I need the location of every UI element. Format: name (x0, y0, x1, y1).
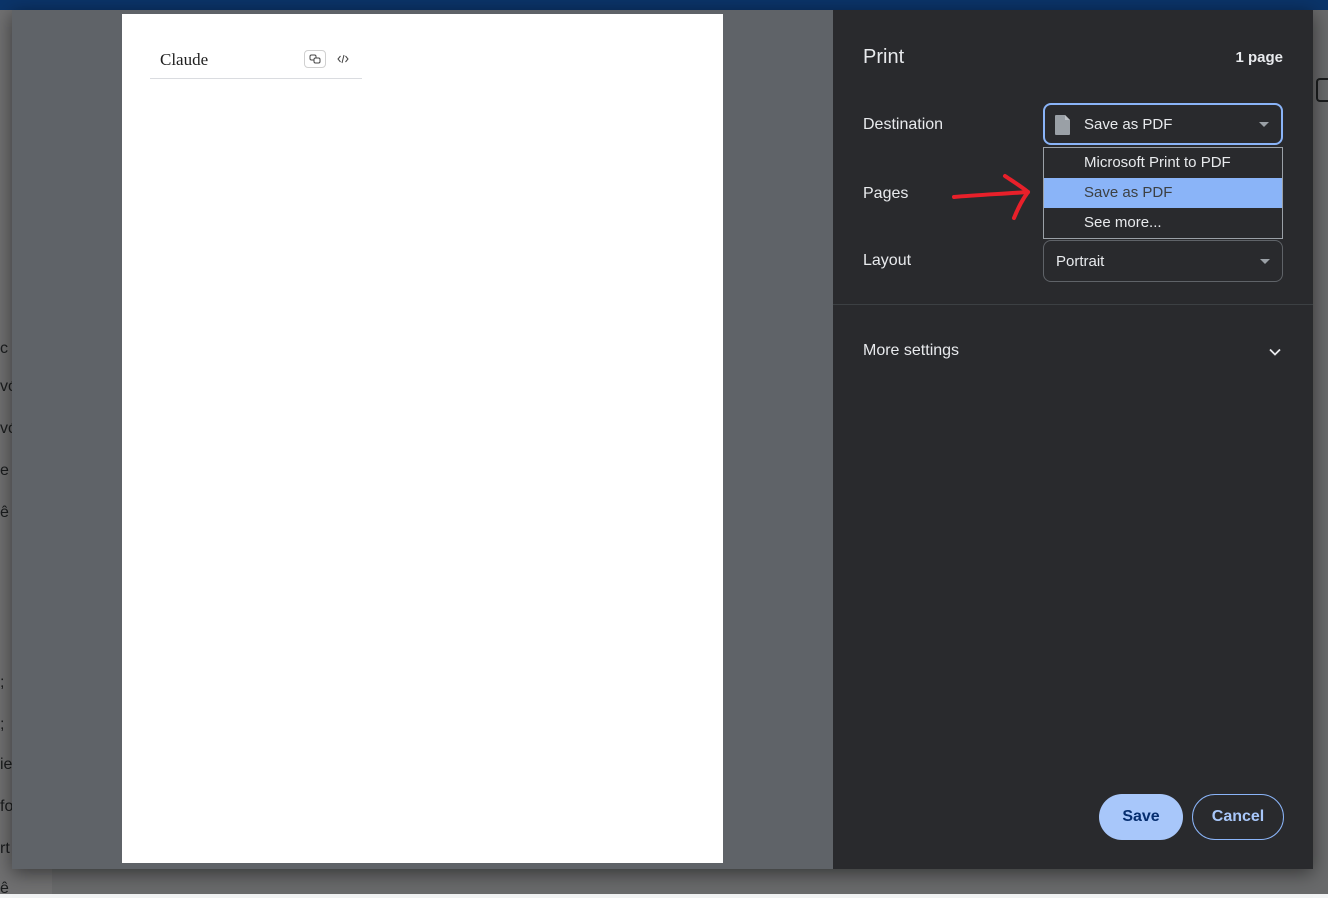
caret-down-icon (1260, 259, 1270, 264)
dialog-title: Print (863, 46, 905, 68)
print-settings-panel: Print 1 page Destination Save as PDF Pag… (833, 10, 1313, 869)
more-settings-label[interactable]: More settings (863, 342, 959, 360)
destination-dropdown-menu: Microsoft Print to PDF Save as PDF See m… (1043, 147, 1283, 239)
pages-label: Pages (863, 185, 909, 202)
destination-option-save-as-pdf[interactable]: Save as PDF (1044, 178, 1282, 208)
destination-label: Destination (863, 116, 944, 133)
layout-select[interactable]: Portrait (1043, 240, 1283, 282)
code-icon (334, 50, 352, 68)
save-button[interactable]: Save (1099, 794, 1183, 840)
layout-label: Layout (863, 252, 912, 269)
print-dialog: Claude Print 1 page Destination Save as … (12, 10, 1313, 869)
caret-down-icon (1259, 122, 1269, 127)
preview-page: Claude (122, 14, 723, 863)
red-arrow-annotation (952, 174, 1030, 220)
chevron-down-icon[interactable] (1267, 344, 1283, 360)
cancel-button[interactable]: Cancel (1192, 794, 1284, 840)
destination-option-see-more[interactable]: See more... (1044, 208, 1282, 238)
settings-divider (833, 304, 1313, 305)
preview-header-title: Claude (160, 50, 209, 69)
page-count: 1 page (1235, 49, 1283, 66)
file-icon (1054, 114, 1072, 140)
layout-value: Portrait (1056, 252, 1105, 270)
chat-bubbles-icon (304, 50, 326, 68)
print-preview-area: Claude (12, 10, 833, 869)
destination-select[interactable]: Save as PDF (1043, 103, 1283, 145)
destination-value: Save as PDF (1084, 115, 1173, 133)
destination-option-microsoft-print[interactable]: Microsoft Print to PDF (1044, 148, 1282, 178)
preview-page-header: Claude (150, 48, 362, 79)
